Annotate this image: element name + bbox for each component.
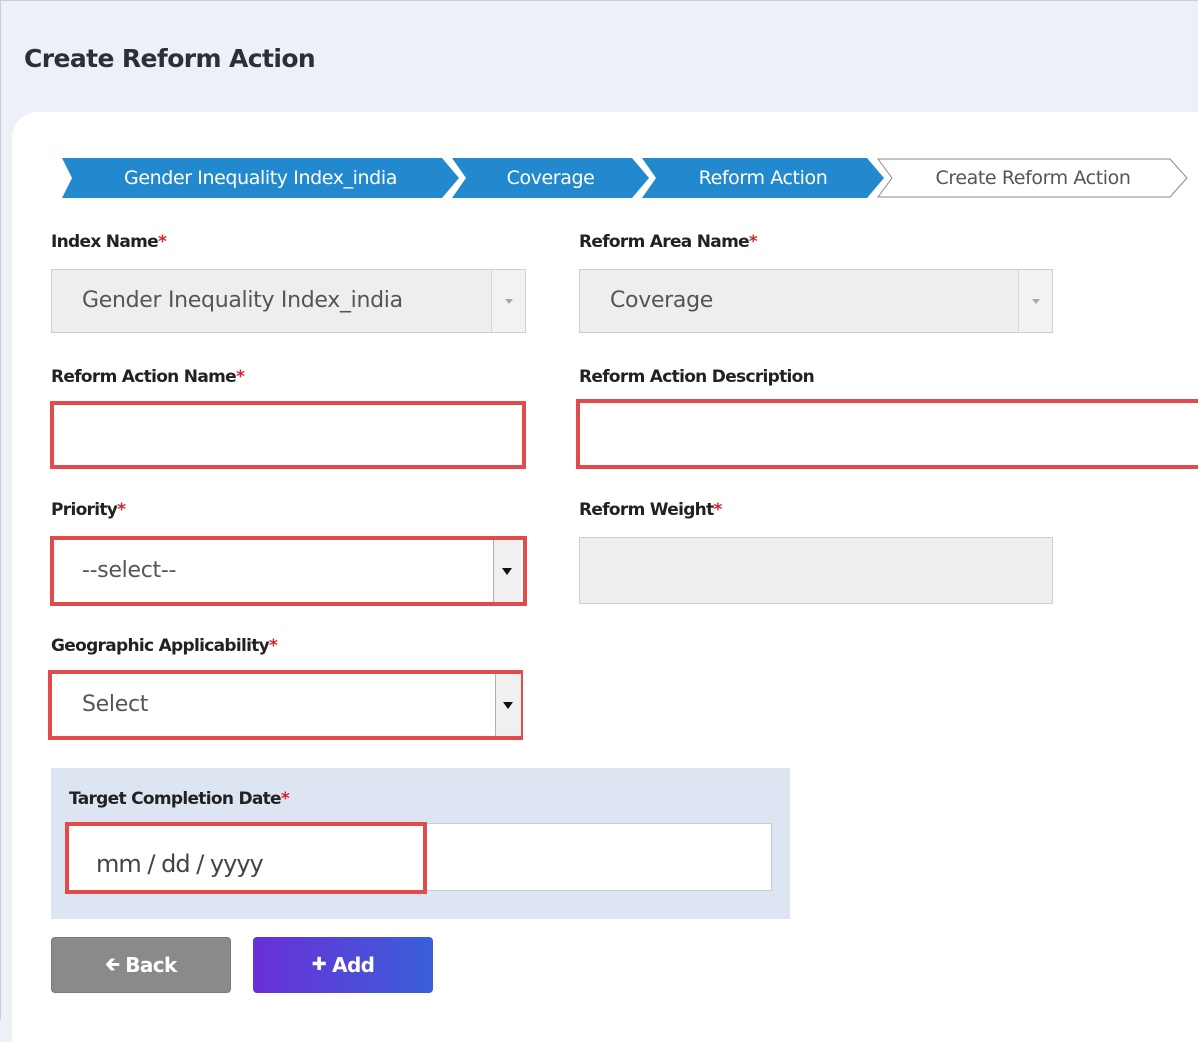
top-border [0,0,1198,1]
breadcrumb-item-coverage[interactable]: Coverage [452,158,649,198]
reform-action-name-label: Reform Action Name* [51,367,245,387]
breadcrumb-item-reform-action[interactable]: Reform Action [642,158,884,198]
reform-weight-input[interactable] [579,537,1053,604]
reform-area-name-select[interactable]: Coverage [579,269,1053,333]
index-name-value: Gender Inequality Index_india [82,288,403,313]
chevron-down-icon [505,299,513,304]
breadcrumb-label: Coverage [506,167,595,189]
page-title: Create Reform Action [24,44,316,73]
breadcrumb-label: Create Reform Action [935,167,1131,189]
breadcrumb-label: Reform Action [698,167,828,189]
label-text: Reform Action Name [51,367,237,387]
add-button-label: Add [332,953,375,977]
caret-down-icon [502,568,512,575]
reform-action-name-input[interactable] [50,401,526,469]
index-name-label: Index Name* [51,232,167,252]
label-text: Geographic Applicability [51,636,270,656]
geographic-applicability-select[interactable]: Select [48,670,523,740]
dropdown-toggle[interactable] [495,674,521,736]
label-text: Index Name [51,232,159,252]
priority-value: --select-- [82,558,177,583]
add-button[interactable]: ✚ Add [253,937,433,993]
priority-label: Priority* [51,500,126,520]
required-asterisk: * [157,232,167,252]
caret-down-icon [503,702,513,709]
required-asterisk: * [748,232,758,252]
required-asterisk: * [713,500,723,520]
geographic-applicability-label: Geographic Applicability* [51,636,278,656]
label-text: Reform Area Name [579,232,750,252]
index-name-select[interactable]: Gender Inequality Index_india [51,269,526,333]
reform-action-description-label: Reform Action Description [579,367,815,387]
breadcrumb-item-index[interactable]: Gender Inequality Index_india [62,158,459,198]
arrow-left-icon: 🡰 [105,954,120,975]
label-text: Reform Action Description [579,367,815,387]
label-text: Target Completion Date [69,789,282,809]
priority-select[interactable]: --select-- [50,536,527,606]
back-button-label: Back [125,953,177,977]
label-text: Priority [51,500,118,520]
date-placeholder: mm / dd / yyyy [96,850,264,878]
reform-weight-label: Reform Weight* [579,500,722,520]
breadcrumb-item-create-reform-action: Create Reform Action [877,158,1189,198]
dropdown-toggle[interactable] [491,270,525,332]
breadcrumb-label: Gender Inequality Index_india [124,167,397,189]
geographic-applicability-value: Select [82,692,149,717]
required-asterisk: * [235,367,245,387]
dropdown-toggle[interactable] [1018,270,1052,332]
reform-area-name-label: Reform Area Name* [579,232,758,252]
plus-icon: ✚ [311,954,327,975]
reform-area-name-value: Coverage [610,288,714,313]
label-text: Reform Weight [579,500,714,520]
back-button[interactable]: 🡰 Back [51,937,231,993]
chevron-down-icon [1032,299,1040,304]
dropdown-toggle[interactable] [493,540,521,602]
target-completion-date-label: Target Completion Date* [69,789,290,809]
required-asterisk: * [280,789,290,809]
required-asterisk: * [117,500,126,520]
left-border [0,0,1,1020]
required-asterisk: * [269,636,278,656]
reform-action-description-input[interactable] [576,399,1198,469]
